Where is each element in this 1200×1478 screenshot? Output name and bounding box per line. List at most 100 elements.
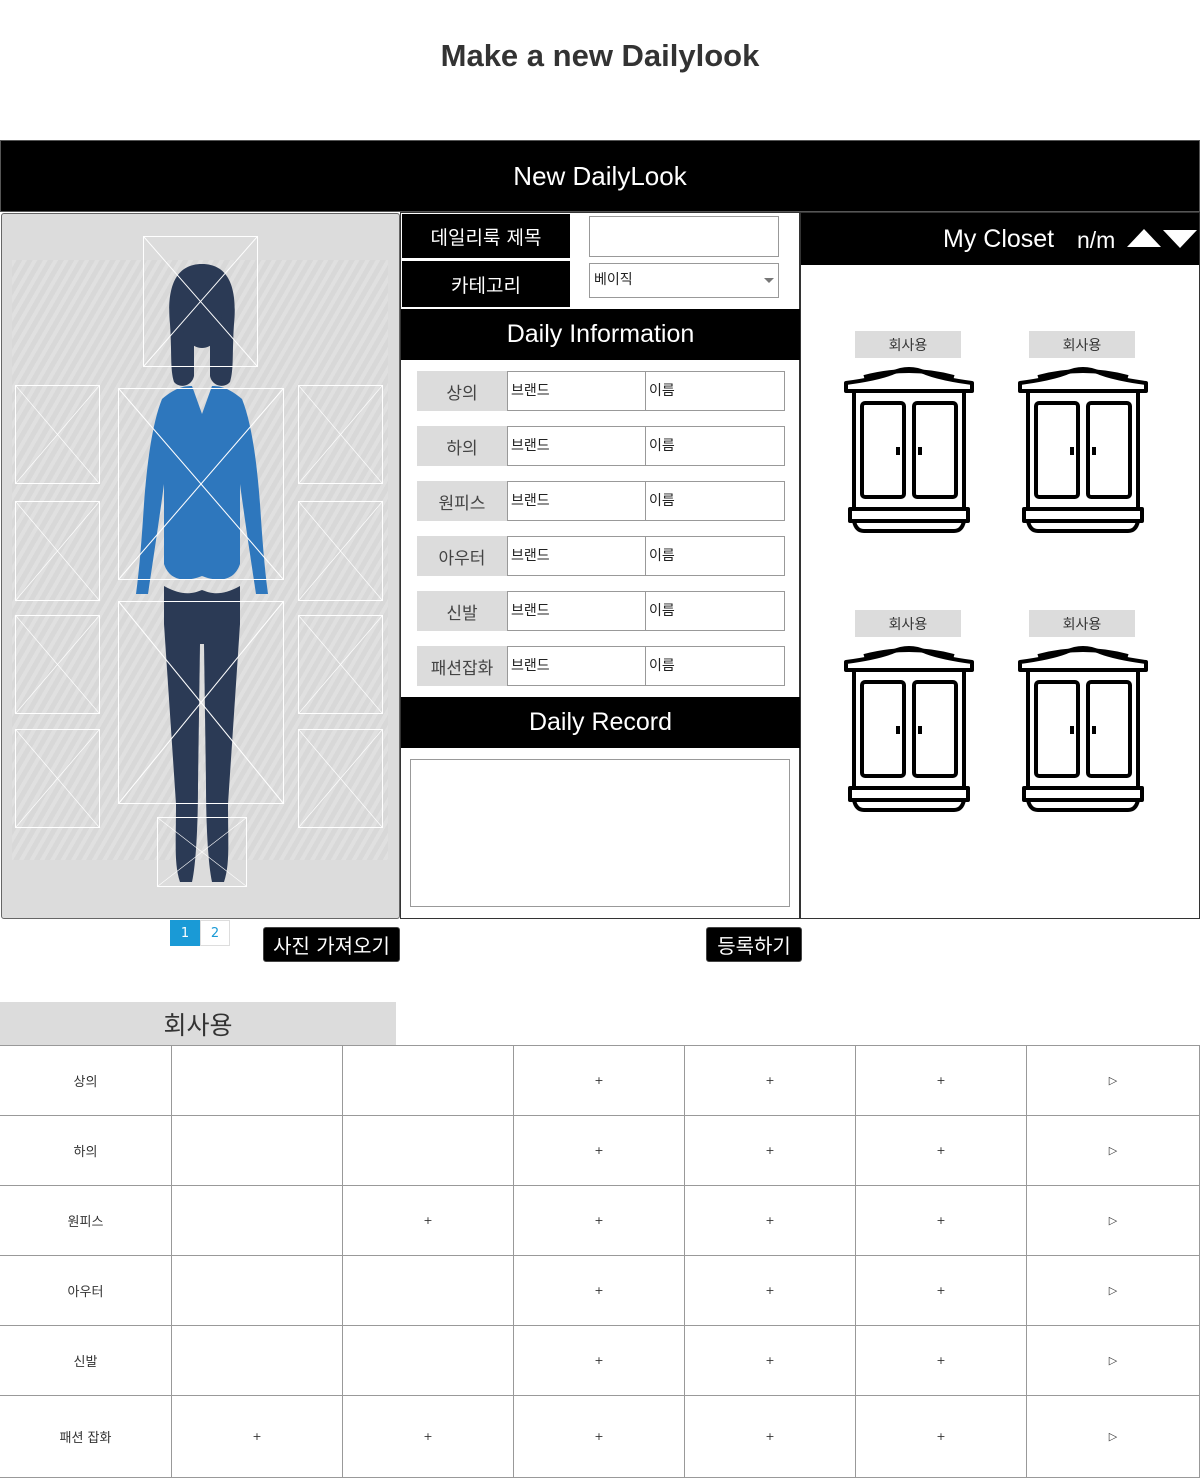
next-arrow-cell[interactable]: ▷ bbox=[1026, 1046, 1200, 1115]
category-selected-value: 베이직 bbox=[594, 272, 633, 288]
down-arrow-icon[interactable] bbox=[1163, 230, 1197, 248]
daily-information-heading: Daily Information bbox=[401, 309, 800, 360]
add-item-cell[interactable]: + bbox=[855, 1326, 1026, 1395]
right-slot-4[interactable] bbox=[298, 729, 383, 828]
wardrobe-label: 회사용 bbox=[855, 331, 961, 358]
brand-input[interactable]: 브랜드 bbox=[507, 371, 646, 411]
table-cell[interactable] bbox=[171, 1186, 342, 1255]
info-category-label: 하의 bbox=[417, 426, 507, 466]
page-button[interactable]: 2 bbox=[200, 920, 230, 946]
info-category-label: 패션잡화 bbox=[417, 646, 507, 686]
wardrobe-icon bbox=[844, 367, 974, 533]
title-input[interactable] bbox=[589, 216, 779, 257]
bottom-slot[interactable] bbox=[118, 601, 284, 804]
table-row: 신발 + + + ▷ bbox=[0, 1326, 1200, 1396]
next-arrow-cell[interactable]: ▷ bbox=[1026, 1256, 1200, 1325]
shoes-slot[interactable] bbox=[157, 817, 247, 887]
add-item-cell[interactable]: + bbox=[513, 1116, 684, 1185]
info-category-label: 아우터 bbox=[417, 536, 507, 576]
brand-input[interactable]: 브랜드 bbox=[507, 646, 646, 686]
info-row: 상의 브랜드 이름 bbox=[417, 371, 785, 411]
head-accessory-slot[interactable] bbox=[143, 236, 258, 367]
left-slot-1[interactable] bbox=[15, 385, 100, 484]
right-slot-2[interactable] bbox=[298, 501, 383, 601]
right-slot-3[interactable] bbox=[298, 615, 383, 714]
add-item-cell[interactable]: + bbox=[684, 1046, 855, 1115]
add-item-cell[interactable]: + bbox=[855, 1396, 1026, 1477]
table-cell[interactable] bbox=[342, 1256, 513, 1325]
wardrobe-icon bbox=[1018, 646, 1148, 812]
closet-page-counter: n/m bbox=[1077, 227, 1116, 253]
next-arrow-cell[interactable]: ▷ bbox=[1026, 1186, 1200, 1255]
add-item-cell[interactable]: + bbox=[513, 1046, 684, 1115]
add-item-cell[interactable]: + bbox=[684, 1116, 855, 1185]
table-row: 하의 + + + ▷ bbox=[0, 1116, 1200, 1186]
right-slot-1[interactable] bbox=[298, 385, 383, 484]
next-arrow-cell[interactable]: ▷ bbox=[1026, 1116, 1200, 1185]
table-cell[interactable] bbox=[171, 1256, 342, 1325]
add-item-cell[interactable]: + bbox=[855, 1046, 1026, 1115]
daily-record-heading: Daily Record bbox=[401, 697, 800, 748]
add-item-cell[interactable]: + bbox=[342, 1396, 513, 1477]
next-arrow-cell[interactable]: ▷ bbox=[1026, 1396, 1200, 1477]
brand-input[interactable]: 브랜드 bbox=[507, 481, 646, 521]
add-item-cell[interactable]: + bbox=[855, 1116, 1026, 1185]
add-item-cell[interactable]: + bbox=[855, 1256, 1026, 1325]
add-item-cell[interactable]: + bbox=[513, 1326, 684, 1395]
name-input[interactable]: 이름 bbox=[645, 371, 785, 411]
table-cell[interactable] bbox=[171, 1326, 342, 1395]
add-item-cell[interactable]: + bbox=[684, 1396, 855, 1477]
pagination: 1 2 bbox=[170, 920, 230, 946]
name-input[interactable]: 이름 bbox=[645, 646, 785, 686]
brand-input[interactable]: 브랜드 bbox=[507, 426, 646, 466]
table-cell[interactable] bbox=[171, 1116, 342, 1185]
left-slot-4[interactable] bbox=[15, 729, 100, 828]
wardrobe-label: 회사용 bbox=[1029, 331, 1135, 358]
figure-canvas[interactable] bbox=[1, 213, 400, 919]
page-button[interactable]: 1 bbox=[170, 920, 200, 946]
category-select[interactable]: 베이직 bbox=[589, 263, 779, 298]
top-slot[interactable] bbox=[118, 388, 284, 580]
brand-input[interactable]: 브랜드 bbox=[507, 591, 646, 631]
table-cell[interactable] bbox=[171, 1046, 342, 1115]
wardrobe-label: 회사용 bbox=[855, 610, 961, 637]
table-cell[interactable] bbox=[342, 1326, 513, 1395]
next-arrow-cell[interactable]: ▷ bbox=[1026, 1326, 1200, 1395]
my-closet-title: My Closet bbox=[943, 225, 1055, 253]
row-label: 패션 잡화 bbox=[59, 1431, 112, 1446]
name-input[interactable]: 이름 bbox=[645, 591, 785, 631]
add-item-cell[interactable]: + bbox=[513, 1396, 684, 1477]
chevron-down-icon bbox=[764, 278, 774, 283]
table-row: 상의 + + + ▷ bbox=[0, 1046, 1200, 1116]
add-item-cell[interactable]: + bbox=[342, 1186, 513, 1255]
add-item-cell[interactable]: + bbox=[684, 1326, 855, 1395]
add-item-cell[interactable]: + bbox=[513, 1186, 684, 1255]
daily-record-textarea[interactable] bbox=[410, 759, 790, 907]
register-button[interactable]: 등록하기 bbox=[706, 927, 802, 962]
add-item-cell[interactable]: + bbox=[513, 1256, 684, 1325]
wardrobe-card[interactable]: 회사용 bbox=[842, 331, 982, 533]
wardrobe-card[interactable]: 회사용 bbox=[1016, 331, 1156, 533]
add-item-cell[interactable]: + bbox=[171, 1396, 342, 1477]
brand-input[interactable]: 브랜드 bbox=[507, 536, 646, 576]
add-item-cell[interactable]: + bbox=[684, 1256, 855, 1325]
name-input[interactable]: 이름 bbox=[645, 481, 785, 521]
table-cell[interactable] bbox=[342, 1046, 513, 1115]
table-row: 아우터 + + + ▷ bbox=[0, 1256, 1200, 1326]
info-category-label: 상의 bbox=[417, 371, 507, 411]
up-arrow-icon[interactable] bbox=[1127, 229, 1161, 247]
table-row: 패션 잡화 + + + + + ▷ bbox=[0, 1396, 1200, 1478]
import-photo-button[interactable]: 사진 가져오기 bbox=[263, 927, 400, 962]
closet-nav-arrows bbox=[1125, 227, 1199, 258]
title-label: 데일리룩 제목 bbox=[402, 214, 570, 258]
left-slot-3[interactable] bbox=[15, 615, 100, 714]
name-input[interactable]: 이름 bbox=[645, 426, 785, 466]
wardrobe-card[interactable]: 회사용 bbox=[1016, 610, 1156, 812]
wardrobe-card[interactable]: 회사용 bbox=[842, 610, 982, 812]
name-input[interactable]: 이름 bbox=[645, 536, 785, 576]
add-item-cell[interactable]: + bbox=[855, 1186, 1026, 1255]
add-item-cell[interactable]: + bbox=[684, 1186, 855, 1255]
wardrobe-icon bbox=[844, 646, 974, 812]
left-slot-2[interactable] bbox=[15, 501, 100, 601]
table-cell[interactable] bbox=[342, 1116, 513, 1185]
